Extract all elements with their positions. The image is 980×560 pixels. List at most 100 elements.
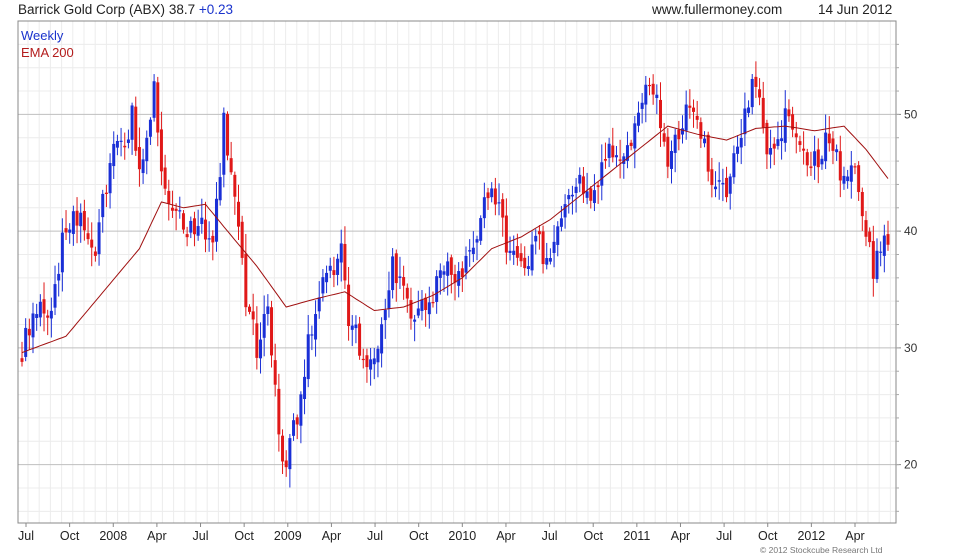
candle-body <box>783 108 787 143</box>
candle-body <box>798 141 802 145</box>
candle-body <box>813 151 817 166</box>
x-tick-label: Jul <box>367 529 383 543</box>
candle-body <box>20 358 24 362</box>
candle-body <box>871 241 875 279</box>
candle-body <box>545 258 549 265</box>
candle-body <box>86 233 90 240</box>
candle-body <box>273 360 277 385</box>
candle-body <box>178 210 182 212</box>
candle-body <box>152 81 156 118</box>
candle-body <box>644 84 648 105</box>
candle-body <box>170 207 174 211</box>
candle-body <box>633 123 637 149</box>
candle-body <box>526 266 530 269</box>
price-chart: 20 30 40 50 Jul Oct 2008 Apr Jul Oct 2009 Apr Jul Oc… <box>17 20 918 543</box>
candle-body <box>515 246 519 258</box>
candle-body <box>196 226 200 236</box>
candle-body <box>835 149 839 153</box>
candle-body <box>501 199 505 218</box>
candle-body <box>677 129 681 140</box>
candle-body <box>802 148 806 151</box>
candle-body <box>519 253 523 262</box>
candle-body <box>321 277 325 294</box>
candle-body <box>846 176 850 182</box>
candle-body <box>618 159 622 161</box>
y-axis: 20 30 40 50 <box>896 43 918 512</box>
x-tick-label: Oct <box>60 529 80 543</box>
candle-body <box>145 137 149 162</box>
candle-body <box>816 149 820 168</box>
candle-body <box>739 138 743 148</box>
candle-body <box>508 250 512 254</box>
candle-body <box>181 213 185 230</box>
x-tick-label: Jul <box>193 529 209 543</box>
candle-body <box>758 89 762 98</box>
candle-body <box>706 134 710 172</box>
candle-body <box>218 177 222 201</box>
candle-body <box>248 306 252 312</box>
candle-body <box>574 186 578 193</box>
candle-body <box>559 218 563 227</box>
candle-body <box>600 162 604 186</box>
candle-body <box>141 159 145 174</box>
candle-body <box>192 218 196 235</box>
candle-body <box>203 219 207 240</box>
candle-body <box>424 297 428 310</box>
candle-body <box>552 241 556 253</box>
candle-body <box>809 166 813 169</box>
candle-body <box>156 82 160 133</box>
candle-body <box>435 276 439 302</box>
candle-body <box>354 324 358 329</box>
candle-body <box>167 190 171 204</box>
candle-body <box>405 287 409 299</box>
candle-body <box>860 191 864 217</box>
candle-body <box>493 188 497 205</box>
candle-body <box>750 78 754 108</box>
candle-body <box>585 191 589 198</box>
candle-body <box>772 143 776 149</box>
candle-body <box>185 234 189 238</box>
candle-body <box>868 231 872 243</box>
candle-body <box>692 107 696 112</box>
candle-body <box>211 235 215 243</box>
candle-body <box>288 438 292 470</box>
candle-body <box>670 151 673 169</box>
candle-body <box>838 151 842 181</box>
candle-body <box>427 302 431 315</box>
candle-body <box>317 297 321 312</box>
candle-body <box>93 251 97 256</box>
candle-body <box>732 153 736 178</box>
candle-body <box>101 193 105 218</box>
candle-body <box>372 358 376 365</box>
candle-body <box>725 177 729 198</box>
candle-body <box>409 300 413 319</box>
copyright-notice: © 2012 Stockcube Research Ltd <box>760 545 883 555</box>
candle-body <box>229 158 233 173</box>
y-tick-label: 30 <box>904 341 918 355</box>
candle-body <box>82 210 86 231</box>
candle-body <box>112 143 116 167</box>
candle-body <box>134 106 138 151</box>
candle-body <box>710 169 714 186</box>
x-tick-label: Jul <box>18 529 34 543</box>
x-tick-label: Apr <box>845 529 864 543</box>
candle-body <box>97 222 101 255</box>
candle-body <box>222 112 226 175</box>
candle-body <box>673 134 677 153</box>
candle-body <box>350 325 354 330</box>
candle-body <box>266 306 270 315</box>
candle-body <box>684 104 688 131</box>
candle-body <box>497 202 501 204</box>
candle-body <box>482 197 486 219</box>
candle-body <box>75 210 79 226</box>
candle-body <box>556 226 560 245</box>
candle-body <box>831 138 835 151</box>
candle-body <box>886 234 890 245</box>
x-tick-label: Apr <box>671 529 690 543</box>
candle-body <box>174 208 178 211</box>
candle-body <box>589 188 593 201</box>
candle-body <box>189 220 193 233</box>
candle-body <box>336 258 340 275</box>
candle-body <box>259 339 263 359</box>
candle-body <box>137 147 141 170</box>
